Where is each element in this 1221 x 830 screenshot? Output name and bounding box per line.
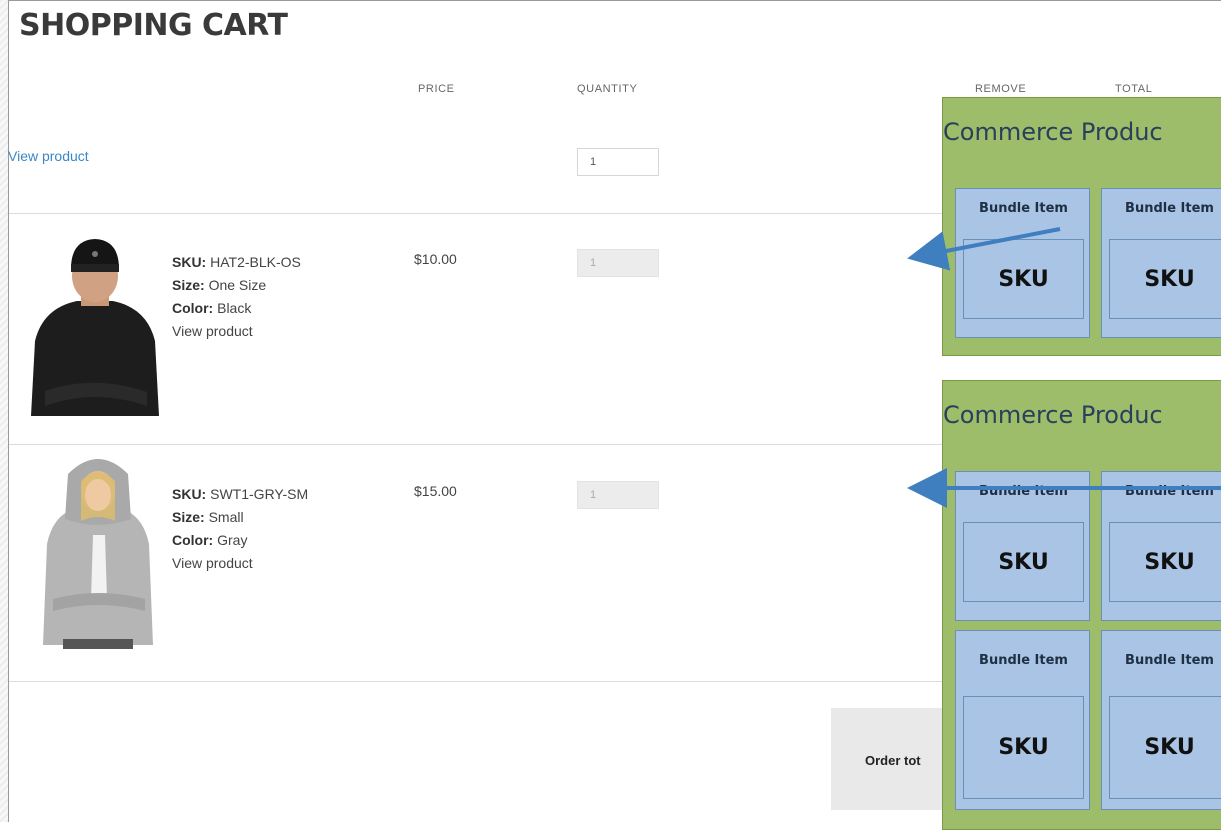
- arrow-left-icon: [907, 227, 1221, 508]
